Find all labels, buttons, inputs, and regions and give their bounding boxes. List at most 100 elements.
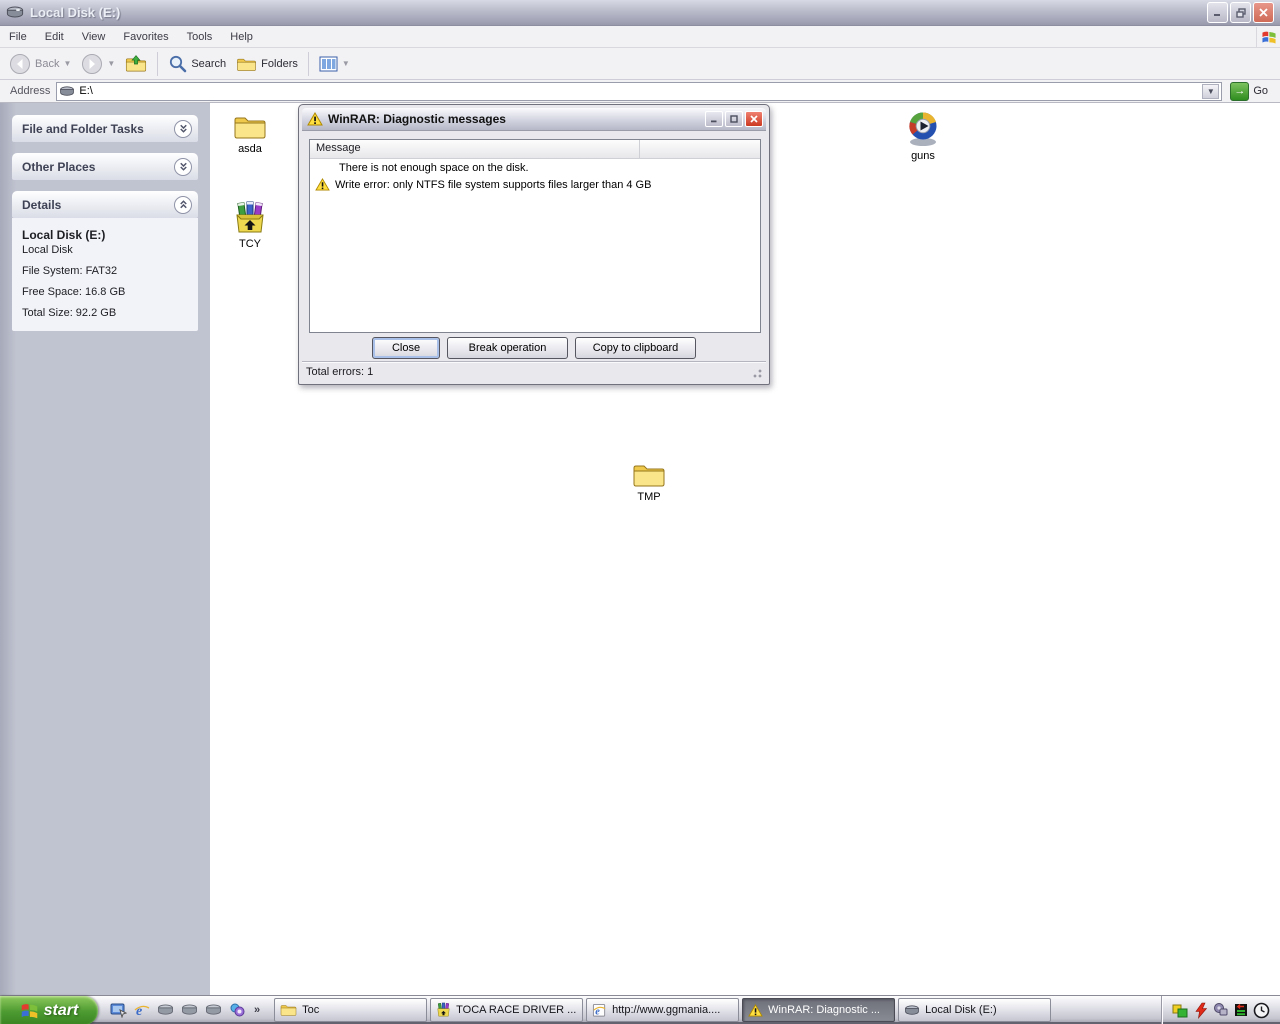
panel-other-places: Other Places — [12, 153, 198, 180]
minimize-button[interactable] — [1207, 2, 1228, 23]
task-button-winrar-diagnostic[interactable]: WinRAR: Diagnostic ... — [742, 998, 896, 1022]
search-button[interactable]: Search — [163, 52, 231, 75]
network-device-icon[interactable] — [1213, 1002, 1229, 1018]
task-buttons: Toc TOCA RACE DRIVER ... e http://www.gg… — [268, 996, 1052, 1024]
column-message[interactable]: Message — [310, 140, 640, 158]
task-button-toc[interactable]: Toc — [274, 998, 428, 1022]
toolbar-separator — [307, 51, 309, 76]
dialog-close-button[interactable] — [745, 111, 763, 127]
back-label: Back — [35, 57, 60, 70]
window-title: Local Disk (E:) — [30, 5, 121, 20]
forward-caret-icon: ▼ — [107, 59, 116, 68]
file-icon-label: guns — [911, 150, 935, 162]
message-row[interactable]: There is not enough space on the disk. — [310, 159, 760, 176]
task-button-local-disk[interactable]: Local Disk (E:) — [898, 998, 1052, 1022]
drive-icon[interactable] — [157, 1004, 174, 1016]
menu-tools[interactable]: Tools — [178, 28, 222, 46]
task-sidebar: File and Folder Tasks Other Places Detai… — [0, 103, 210, 995]
panel-file-and-folder-tasks: File and Folder Tasks — [12, 115, 198, 142]
internet-explorer-icon: e — [592, 1003, 607, 1018]
menu-edit[interactable]: Edit — [36, 28, 73, 46]
panel-header-details[interactable]: Details — [12, 191, 198, 218]
overflow-chevron-icon[interactable]: » — [254, 1004, 260, 1016]
panel-header-other-places[interactable]: Other Places — [12, 153, 198, 180]
screen: Local Disk (E:) File Edit View Favorites… — [0, 0, 1280, 1024]
go-label: Go — [1253, 85, 1268, 97]
task-button-toca[interactable]: TOCA RACE DRIVER ... — [430, 998, 584, 1022]
menu-favorites[interactable]: Favorites — [114, 28, 177, 46]
address-dropdown-button[interactable]: ▼ — [1202, 83, 1220, 99]
warning-icon — [315, 178, 330, 191]
show-desktop-icon[interactable] — [110, 1003, 127, 1018]
details-disk-name: Local Disk (E:) — [22, 228, 106, 242]
break-operation-button[interactable]: Break operation — [447, 337, 568, 359]
task-label: Toc — [302, 1004, 320, 1016]
close-dialog-button[interactable]: Close — [372, 337, 440, 359]
traffic-monitor-icon[interactable] — [1233, 1002, 1249, 1018]
up-folder-icon — [125, 54, 147, 74]
menu-file[interactable]: File — [0, 28, 36, 46]
restore-button[interactable] — [1230, 2, 1251, 23]
back-caret-icon: ▼ — [63, 59, 72, 68]
dialog-maximize-button[interactable] — [725, 111, 743, 127]
lightning-icon[interactable] — [1193, 1002, 1209, 1019]
forward-icon — [81, 53, 103, 75]
address-bar: Address E:\ ▼ → Go — [0, 80, 1280, 103]
details-filesystem: File System: FAT32 — [22, 265, 118, 277]
go-arrow-icon: → — [1230, 81, 1250, 101]
drive-icon[interactable] — [205, 1004, 222, 1016]
details-total-size: Total Size: 92.2 GB — [22, 307, 117, 319]
messenger-icon[interactable] — [229, 1002, 245, 1018]
message-text: Write error: only NTFS file system suppo… — [335, 178, 652, 191]
menu-view[interactable]: View — [73, 28, 115, 46]
file-icon-asda[interactable]: asda — [222, 113, 278, 155]
folders-icon — [236, 55, 257, 73]
start-button[interactable]: start — [0, 996, 98, 1024]
message-list[interactable]: Message There is not enough space on the… — [309, 139, 761, 333]
drive-icon — [904, 1004, 920, 1016]
chevron-down-icon[interactable] — [174, 119, 192, 138]
chevron-up-icon[interactable] — [174, 195, 192, 214]
dialog-minimize-button[interactable] — [705, 111, 723, 127]
copy-to-clipboard-button[interactable]: Copy to clipboard — [575, 337, 696, 359]
forward-button[interactable]: ▼ — [76, 51, 120, 77]
chevron-down-icon[interactable] — [174, 157, 192, 176]
file-icon-guns[interactable]: guns — [895, 110, 951, 162]
details-free-space: Free Space: 16.8 GB — [22, 286, 126, 298]
up-button[interactable] — [120, 52, 152, 76]
views-button[interactable]: ▼ — [314, 54, 355, 74]
task-button-ggmania[interactable]: e http://www.ggmania.... — [586, 998, 740, 1022]
dialog-button-row: Close Break operation Copy to clipboard — [299, 337, 769, 359]
details-body: Local Disk (E:) Local Disk File System: … — [12, 218, 198, 331]
menu-help[interactable]: Help — [221, 28, 262, 46]
app-squares-icon[interactable] — [1172, 1002, 1189, 1019]
folder-icon — [280, 1003, 297, 1017]
file-icon-label: TMP — [637, 491, 661, 503]
file-icon-tmp[interactable]: TMP — [621, 461, 677, 503]
message-text: There is not enough space on the disk. — [339, 161, 529, 174]
total-errors-text: Total errors: 1 — [306, 365, 374, 378]
back-button[interactable]: Back ▼ — [4, 51, 76, 77]
message-row[interactable]: Write error: only NTFS file system suppo… — [310, 176, 760, 193]
drive-icon[interactable] — [181, 1004, 198, 1016]
resize-grip[interactable] — [750, 365, 762, 378]
column-blank[interactable] — [640, 140, 760, 158]
windows-flag-icon — [20, 1001, 39, 1020]
task-label: Local Disk (E:) — [925, 1004, 997, 1016]
dialog-statusbar: Total errors: 1 — [302, 361, 766, 381]
internet-explorer-icon[interactable]: e — [134, 1002, 150, 1018]
warning-icon — [307, 112, 323, 126]
toolbar-separator — [157, 51, 159, 76]
file-icon-tcy[interactable]: TCY — [222, 200, 278, 250]
go-button[interactable]: → Go — [1222, 81, 1276, 101]
clock-icon[interactable] — [1253, 1002, 1270, 1019]
windows-logo-icon — [1256, 26, 1280, 47]
search-label: Search — [191, 57, 227, 70]
panel-header-file-tasks[interactable]: File and Folder Tasks — [12, 115, 198, 142]
folders-button[interactable]: Folders — [231, 53, 303, 75]
panel-title: Details — [22, 197, 62, 212]
panel-details: Details Local Disk (E:) Local Disk File … — [12, 191, 198, 331]
list-header: Message — [310, 140, 760, 159]
address-input[interactable]: E:\ ▼ — [56, 81, 1223, 101]
close-button[interactable] — [1253, 2, 1274, 23]
